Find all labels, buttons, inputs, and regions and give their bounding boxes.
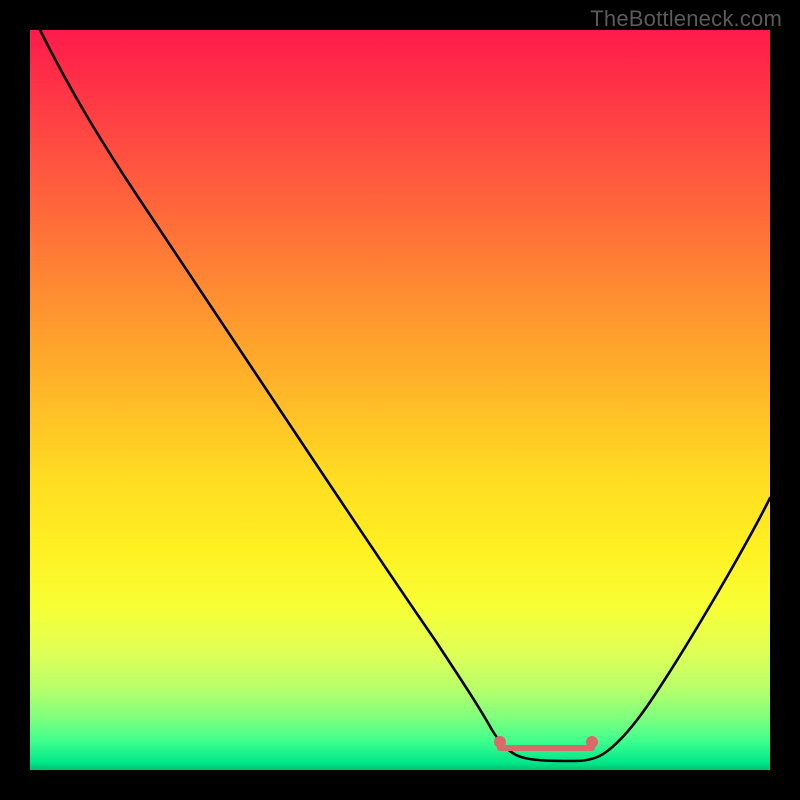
watermark-text: TheBottleneck.com xyxy=(590,6,782,32)
optimal-range-end-marker xyxy=(586,736,598,748)
curve-layer xyxy=(30,30,770,770)
plot-area xyxy=(30,30,770,770)
chart-frame: TheBottleneck.com xyxy=(0,0,800,800)
bottleneck-curve xyxy=(40,30,770,761)
optimal-range-start-marker xyxy=(494,736,506,748)
